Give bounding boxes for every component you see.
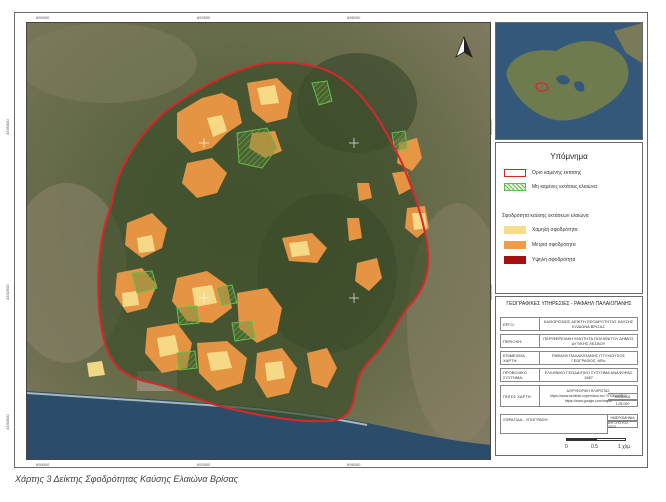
scale-half: 0.5: [591, 444, 598, 450]
scale-zero: 0: [565, 444, 568, 450]
legend-item-medium: Μέτρια σφοδρότητα: [504, 240, 576, 250]
tick-y-left-2: 4332500: [5, 284, 10, 300]
tick-x-top-1: 690000: [36, 15, 50, 20]
info-key: ΠΡΟΒΟΛΙΚΟ ΣΥΣΤΗΜΑ:: [500, 368, 540, 382]
info-key: ΠΗΓΕΣ ΧΑΡΤΗ:: [500, 385, 540, 407]
high-swatch: [504, 256, 526, 264]
tick-x-top-2: 692500: [197, 15, 211, 20]
legend-label-unburned: Μη καμένες εκτάσεις ελαιώνα: [532, 184, 597, 190]
title-block: ΓΕΩΓΡΑΦΙΚΕΣ ΥΠΗΡΕΣΙΕΣ - ΡΑΦΑΗΛ ΠΑΛΑΙΟΠΑΝ…: [495, 296, 643, 456]
tick-x-bottom-3: 695000: [347, 462, 361, 467]
scale-label: ΚΛΙΜΑΚΑ: [608, 393, 638, 400]
tick-x-bottom-2: 692500: [197, 462, 211, 467]
info-value: ΡΑΦΑΗΛ ΠΑΛΑΙΟΠΑΝΗΣ ΠΤΥΧΙΟΥΧΟΣ ΓΕΩΓΡΑΦΟΣ,…: [540, 351, 638, 365]
legend-severity-title: Σφοδρότητα καύσης εκτάσεων ελαιώνα: [502, 213, 589, 219]
scale-value: 1:25.000: [608, 400, 638, 407]
scale-one: 1 χλμ.: [618, 444, 632, 450]
date-value: ΑΥΓΟΥΣΤΟΣ 2022: [608, 421, 638, 429]
info-value: ΠΕΡΙΦΕΡΕΙΑΚΗ ΕΝΟΤΗΤΑ ΠΟΛΙΧΝΙΤΟΥ ΔΗΜΟΣ ΔΥ…: [540, 334, 638, 348]
legend-item-unburned: Μη καμένες εκτάσεις ελαιώνα: [504, 182, 597, 192]
info-row-area: ΠΕΡΙΟΧΗ: ΠΕΡΙΦΕΡΕΙΑΚΗ ΕΝΟΤΗΤΑ ΠΟΛΙΧΝΙΤΟΥ…: [500, 334, 638, 348]
map-layout: 690000 692500 695000 690000 692500 69500…: [0, 0, 666, 502]
legend-label-low: Χαμηλή σφοδρότητα: [532, 227, 578, 233]
figure-caption: Χάρτης 3 Δείκτης Σφοδρότητας Καύσης Ελαι…: [15, 474, 239, 484]
legend-item-burned: Όριο καμένης έκτασης: [504, 168, 581, 178]
info-row-projection: ΠΡΟΒΟΛΙΚΟ ΣΥΣΤΗΜΑ: ΕΛΛΗΝΙΚΟ ΓΕΩΔΑΙΤΙΚΟ Σ…: [500, 368, 638, 382]
legend: Υπόμνημα Όριο καμένης έκτασης Μη καμένες…: [495, 142, 643, 294]
legend-item-high: Υψηλή σφοδρότητα: [504, 255, 575, 265]
info-key: ΕΡΓΟ:: [500, 317, 540, 331]
legend-title: Υπόμνημα: [550, 152, 588, 161]
signature-label: ΣΦΡΑΓΙΔΑ - ΥΠΟΓΡΑΦΗ: [503, 417, 548, 422]
unburned-swatch: [504, 183, 526, 191]
tick-x-top-3: 695000: [347, 15, 361, 20]
info-row-project: ΕΡΓΟ: ΚΑΘΟΡΙΣΜΟΣ ΔΕΙΚΤΗ ΣΦΟΔΡΟΤΗΤΑΣ ΚΑΥΣ…: [500, 317, 638, 331]
title-block-header: ΓΕΩΓΡΑΦΙΚΕΣ ΥΠΗΡΕΣΙΕΣ - ΡΑΦΑΗΛ ΠΑΛΑΙΟΠΑΝ…: [506, 301, 632, 307]
signature-box: ΣΦΡΑΓΙΔΑ - ΥΠΟΓΡΑΦΗ: [500, 414, 608, 434]
info-row-author: ΕΠΙΜΕΛΕΙΑ ΧΑΡΤΗ: ΡΑΦΑΗΛ ΠΑΛΑΙΟΠΑΝΗΣ ΠΤΥΧ…: [500, 351, 638, 365]
legend-label-burned: Όριο καμένης έκτασης: [532, 170, 582, 176]
scale-bar: 0 0.5 1 χλμ.: [565, 436, 632, 452]
info-value: ΕΛΛΗΝΙΚΟ ΓΕΩΔΑΙΤΙΚΟ ΣΥΣΤΗΜΑ ΑΝΑΦΟΡΑΣ 198…: [540, 368, 638, 382]
legend-item-low: Χαμηλή σφοδρότητα: [504, 225, 578, 235]
medium-swatch: [504, 241, 526, 249]
tick-y-left-1: 4335000: [5, 119, 10, 135]
main-map[interactable]: [26, 22, 491, 460]
info-key: ΠΕΡΙΟΧΗ:: [500, 334, 540, 348]
tick-x-bottom-1: 690000: [36, 462, 50, 467]
legend-label-medium: Μέτρια σφοδρότητα: [532, 242, 576, 248]
burned-swatch: [504, 169, 526, 177]
legend-label-high: Υψηλή σφοδρότητα: [532, 257, 576, 263]
info-key: ΕΠΙΜΕΛΕΙΑ ΧΑΡΤΗ:: [500, 351, 540, 365]
low-swatch: [504, 226, 526, 234]
info-value: ΚΑΘΟΡΙΣΜΟΣ ΔΕΙΚΤΗ ΣΦΟΔΡΟΤΗΤΑΣ ΚΑΥΣΗΣ ΕΛΑ…: [540, 317, 638, 331]
tick-y-left-3: 4330000: [5, 414, 10, 430]
inset-map[interactable]: [495, 22, 643, 140]
